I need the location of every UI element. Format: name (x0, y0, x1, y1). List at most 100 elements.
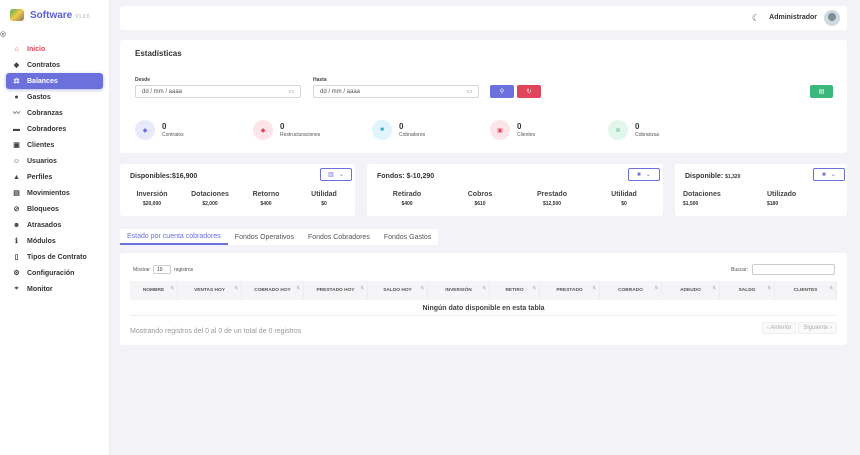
topbar: ☾ Administrador (120, 6, 847, 30)
sidebar-item-inicio[interactable]: ⌂ Inicio (6, 41, 103, 57)
dark-mode-icon[interactable]: ☾ (752, 13, 760, 24)
stat-clientes: ▣ 0 Clientes (490, 120, 535, 140)
show-label: Mostrar (133, 266, 150, 273)
column-header[interactable]: CLIENTES ⇅ (775, 281, 837, 300)
sidebar-item-clientes[interactable]: ▣ Clientes (6, 137, 103, 153)
disponible-dropdown[interactable]: ■ ⌄ (813, 168, 845, 181)
briefcase-icon: ■ (822, 171, 826, 178)
export-excel-button[interactable]: ▤ (810, 85, 833, 98)
sidebar-item-monitor[interactable]: ⌖ Monitor (6, 281, 103, 297)
column-header[interactable]: COBRADO HOY ⇅ (242, 281, 304, 300)
sidebar-item-label: Inicio (27, 45, 46, 53)
hasta-date-input[interactable]: dd / mm / aaaa ▭ (313, 85, 479, 98)
column-header[interactable]: COBRADO ⇅ (600, 281, 662, 300)
brand-logo-icon (10, 9, 24, 21)
sidebar-nav: ⌂ Inicio ◆ Contratos ⚖ Balances ● Gastos 〰 Cobran… (0, 38, 109, 297)
sidebar-item-label: Clientes (27, 141, 55, 149)
column-header[interactable]: SALDO HOY ⇅ (368, 281, 428, 300)
search-button[interactable]: ⚲ (490, 85, 514, 98)
empty-message: Ningún dato disponible en esta tabla (130, 302, 837, 316)
briefcase-icon: ■ (372, 120, 392, 140)
ban-icon: ⊘ (13, 206, 20, 213)
fondos-dropdown[interactable]: ■ ⌄ (628, 168, 660, 181)
column-header[interactable]: INVERSIÓN ⇅ (428, 281, 490, 300)
lock-icon: ▲ (13, 173, 20, 181)
sidebar-item-tipos-de-contrato[interactable]: ▯ Tipos de Contrato (6, 249, 103, 265)
sidebar-item-gastos[interactable]: ● Gastos (6, 89, 103, 105)
sidebar-item-label: Tipos de Contrato (27, 253, 87, 261)
column-header[interactable]: SALDO ⇅ (720, 281, 775, 300)
table-card: Mostrar 10 registros Buscar: NOMBRE ⇅ VENT… (120, 253, 847, 345)
column-header[interactable]: PRESTADO HOY ⇅ (304, 281, 368, 300)
metric-utilizado: Utilizado $180 (767, 191, 797, 207)
metric-dotaciones-disp: Dotaciones $1,500 (683, 191, 721, 207)
search-input[interactable] (752, 264, 835, 275)
tab-estado-cobradores[interactable]: Estado por cuenta cobradores (120, 229, 228, 245)
sidebar-item-movimientos[interactable]: ▤ Movimientos (6, 185, 103, 201)
sidebar-item-usuarios[interactable]: ☺ Usuarios (6, 153, 103, 169)
metric-retorno: Retorno $400 (252, 191, 280, 207)
sidebar-item-atrasados[interactable]: ☻ Atrasados (6, 217, 103, 233)
desde-label: Desde (135, 77, 151, 83)
metric-prestado: Prestado $12,500 (537, 191, 567, 207)
sidebar-item-módulos[interactable]: ℹ Módulos (6, 233, 103, 249)
page-size-select[interactable]: 10 (152, 265, 171, 274)
sort-icon: ⇅ (482, 285, 486, 290)
tab-fondos-gastos[interactable]: Fondos Gastos (376, 229, 439, 245)
metric-utilidad-fondos: Utilidad $0 (611, 191, 637, 207)
chevron-down-icon: ⌄ (645, 172, 651, 178)
desde-date-input[interactable]: dd / mm / aaaa ▭ (135, 85, 301, 98)
stats-card: Estadísticas Desde dd / mm / aaaa ▭ Hasta… (120, 40, 847, 153)
sidebar-item-configuración[interactable]: ⚙ Configuración (6, 265, 103, 281)
handshake-icon: ◆ (135, 120, 155, 140)
prev-page-button[interactable]: ‹ Anterior (761, 322, 797, 334)
tabs: Estado por cuenta cobradores Fondos Oper… (120, 229, 847, 245)
sidebar-item-perfiles[interactable]: ▲ Perfiles (6, 169, 103, 185)
fondos-card: Fondos: $-10,290 ■ ⌄ Retirado $400 Cobros $… (367, 164, 663, 216)
reset-button[interactable]: ↻ (517, 85, 541, 98)
length-control: Mostrar 10 registros (133, 265, 193, 274)
metric-retirado: Retirado $400 (392, 191, 422, 207)
handshake-icon: ◆ (13, 62, 20, 69)
search-icon: ⚲ (499, 89, 505, 95)
sidebar-item-label: Monitor (27, 285, 53, 293)
brand[interactable]: Software V1.0.6 (0, 0, 109, 30)
calendar-icon: ▭ (466, 89, 472, 95)
next-page-button[interactable]: Siguiente › (798, 322, 837, 334)
sidebar-item-label: Gastos (27, 93, 51, 101)
tab-fondos-cobradores[interactable]: Fondos Cobradores (300, 229, 377, 245)
sort-icon: ⇅ (420, 285, 424, 290)
chart-line-icon: ≋ (608, 120, 628, 140)
briefcase-icon: ■ (637, 171, 641, 178)
list-icon: ▤ (13, 190, 20, 197)
column-header[interactable]: RETIRO ⇅ (490, 281, 540, 300)
briefcase-icon: ▬ (13, 125, 20, 133)
sidebar-item-cobranzas[interactable]: 〰 Cobranzas (6, 105, 103, 121)
sidebar-item-label: Contratos (27, 61, 61, 69)
app-name: Software (30, 9, 73, 21)
sidebar-item-label: Usuarios (27, 157, 57, 165)
sidebar-item-label: Perfiles (27, 173, 53, 181)
sidebar-item-contratos[interactable]: ◆ Contratos (6, 57, 103, 73)
sidebar-item-balances[interactable]: ⚖ Balances (6, 73, 103, 89)
disponible-card: Disponible: $1,320 ■ ⌄ Dotaciones $1,500 U… (675, 164, 847, 216)
hasta-label: Hasta (313, 77, 327, 83)
user-name[interactable]: Administrador (769, 14, 817, 21)
tab-fondos-operativos[interactable]: Fondos Operativos (227, 229, 301, 245)
column-header[interactable]: NOMBRE ⇅ (130, 281, 178, 300)
sidebar-toggle-icon[interactable]: ◎ (0, 30, 109, 38)
column-header[interactable]: ADEUDO ⇅ (662, 281, 720, 300)
chart-dropdown[interactable]: ▥ ⌄ (320, 168, 352, 181)
avatar[interactable] (824, 10, 840, 26)
sidebar-item-bloqueos[interactable]: ⊘ Bloqueos (6, 201, 103, 217)
column-header[interactable]: VENTAS HOY ⇅ (178, 281, 242, 300)
sort-icon: ⇅ (170, 285, 174, 290)
sidebar-item-label: Balances (27, 77, 58, 85)
refresh-icon: ↻ (526, 89, 532, 95)
handshake-icon: ◆ (253, 120, 273, 140)
column-header[interactable]: PRESTADO ⇅ (540, 281, 600, 300)
home-icon: ⌂ (14, 45, 19, 53)
sidebar-item-cobradores[interactable]: ▬ Cobradores (6, 121, 103, 137)
calendar-icon: ▭ (288, 89, 294, 95)
sort-icon: ⇅ (360, 285, 364, 290)
